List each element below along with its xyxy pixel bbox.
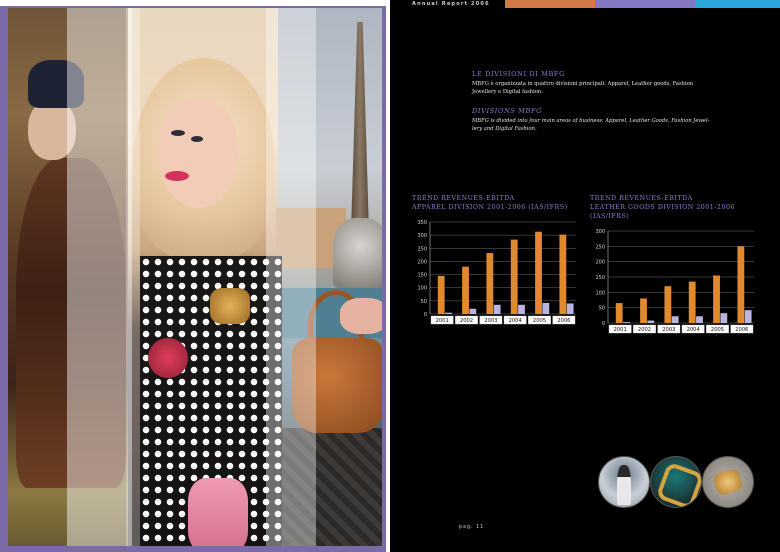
x-tick-label: 2001 [436, 318, 449, 324]
y-tick-label: 200 [417, 259, 427, 265]
revenue-bar [559, 234, 567, 314]
x-tick-label: 2002 [638, 327, 651, 333]
x-tick-label: 2006 [735, 327, 748, 333]
revenue-bar [688, 281, 696, 323]
apparel-bar-chart: 0 50 100 150 200 250 300 350 2001 2002 2003 2004 200… [417, 220, 576, 325]
translucent-strip [67, 8, 132, 546]
ebitda-bar [566, 303, 574, 314]
y-tick-label: 250 [595, 244, 605, 250]
divisions-english: DIVISIONS MBFG MBFG is divided into four… [472, 107, 722, 133]
x-tick-label: 2004 [509, 318, 523, 324]
right-content-page: Annual Report 2006 LE DIVISIONI DI MBFG … [390, 0, 780, 552]
x-tick-label: 2003 [662, 327, 675, 333]
x-tick-label: 2005 [711, 327, 724, 333]
x-tick-label: 2005 [533, 318, 546, 324]
y-tick-label: 350 [417, 220, 427, 226]
translucent-strip [266, 8, 316, 546]
gold-necklace [210, 288, 250, 324]
jewellery-ring [655, 461, 701, 507]
y-tick-label: 300 [595, 229, 605, 235]
ebitda-bar [623, 322, 630, 323]
translucent-strip [126, 8, 140, 546]
section-heading-en: DIVISIONS MBFG [472, 107, 543, 115]
chart-title-line2: LEATHER GOODS DIVISION 2001-2006 (IAS/IF… [590, 204, 735, 220]
model-lips [165, 171, 189, 181]
section-text-en-line2: lery and Digital Fashion. [472, 126, 537, 132]
ebitda-bar [647, 320, 655, 323]
y-tick-label: 100 [417, 286, 427, 292]
y-tick-label: 0 [602, 321, 605, 327]
section-text-it-line1: MBFG è organizzata in quattro divisioni … [472, 81, 694, 87]
left-photo-page [0, 0, 390, 552]
revenue-bar [437, 275, 445, 314]
y-tick-label: 150 [417, 273, 427, 279]
header-bar-segment [695, 0, 780, 8]
dress-pink-print [188, 478, 248, 546]
page-number: pag. 11 [459, 525, 485, 530]
y-tick-label: 300 [417, 233, 427, 239]
dress-flower-print [148, 338, 188, 378]
section-text-en-line1: MBFG is divided into four main areas of … [472, 118, 710, 124]
fashion-collage-photo [8, 8, 382, 546]
apparel-chart-block: TREND REVENUES-EBITDA APPAREL DIVISION 2… [412, 194, 582, 328]
report-title: Annual Report 2006 [412, 1, 490, 7]
revenue-bar [713, 275, 720, 323]
revenue-bar [535, 231, 542, 314]
model-hand [340, 298, 382, 334]
model-face-center [158, 98, 238, 208]
section-heading-it: LE DIVISIONI DI MBFG [472, 70, 565, 78]
leather-chart-block: TREND REVENUES-EBITDA LEATHER GOODS DIVI… [590, 194, 760, 337]
model-eye [171, 130, 185, 136]
revenue-bar [486, 253, 494, 314]
thumbnail-model-photo [598, 456, 650, 508]
chart-title-line1: TREND REVENUES-EBITDA [412, 195, 515, 202]
y-tick-label: 200 [595, 260, 605, 266]
chart-title-line1: TREND REVENUES-EBITDA [590, 195, 693, 202]
y-tick-label: 250 [417, 246, 427, 252]
ebitda-bar [518, 304, 525, 314]
thumbnail-gold-pendant-photo [702, 456, 754, 508]
ebitda-bar [696, 316, 703, 323]
revenue-bar [640, 298, 647, 323]
revenue-bar [462, 266, 469, 314]
leather-goods-bar-chart: 0 50 100 150 200 250 300 2001 2002 2003 2004 2005 20… [595, 229, 754, 334]
header-bar-segment [505, 0, 595, 8]
y-tick-label: 50 [599, 306, 605, 312]
ebitda-bar [744, 310, 752, 323]
x-tick-label: 2002 [460, 318, 473, 324]
model-eye [191, 136, 203, 142]
revenue-bar [510, 239, 518, 314]
divisions-italian: LE DIVISIONI DI MBFG MBFG è organizzata … [472, 70, 722, 96]
revenue-bar [664, 286, 672, 323]
fountain-statue [333, 218, 382, 288]
ebitda-bar [542, 302, 550, 314]
report-spread: Annual Report 2006 LE DIVISIONI DI MBFG … [0, 0, 780, 552]
header-bar-segment [595, 0, 695, 8]
ebitda-bar [469, 308, 477, 314]
ebitda-bar [445, 312, 452, 314]
header-color-bar: Annual Report 2006 [390, 0, 780, 8]
x-tick-label: 2003 [484, 318, 497, 324]
y-tick-label: 150 [595, 275, 605, 281]
y-tick-label: 0 [424, 312, 427, 318]
ebitda-bar [720, 313, 728, 323]
thumbnail-jewellery-photo [650, 456, 702, 508]
chart-title-line2: APPAREL DIVISION 2001-2006 (IAS/IFRS) [412, 204, 568, 211]
x-tick-label: 2006 [557, 318, 570, 324]
revenue-bar [615, 303, 623, 323]
y-tick-label: 100 [595, 290, 605, 296]
model-figure [617, 465, 631, 505]
x-tick-label: 2004 [687, 327, 701, 333]
y-tick-label: 50 [421, 299, 427, 305]
section-text-it-line2: Jewellery e Digital fashion. [472, 89, 543, 95]
revenue-bar [737, 246, 745, 323]
gold-pendant [712, 467, 744, 497]
ebitda-bar [671, 316, 679, 323]
x-tick-label: 2001 [614, 327, 627, 333]
ebitda-bar [493, 304, 501, 314]
